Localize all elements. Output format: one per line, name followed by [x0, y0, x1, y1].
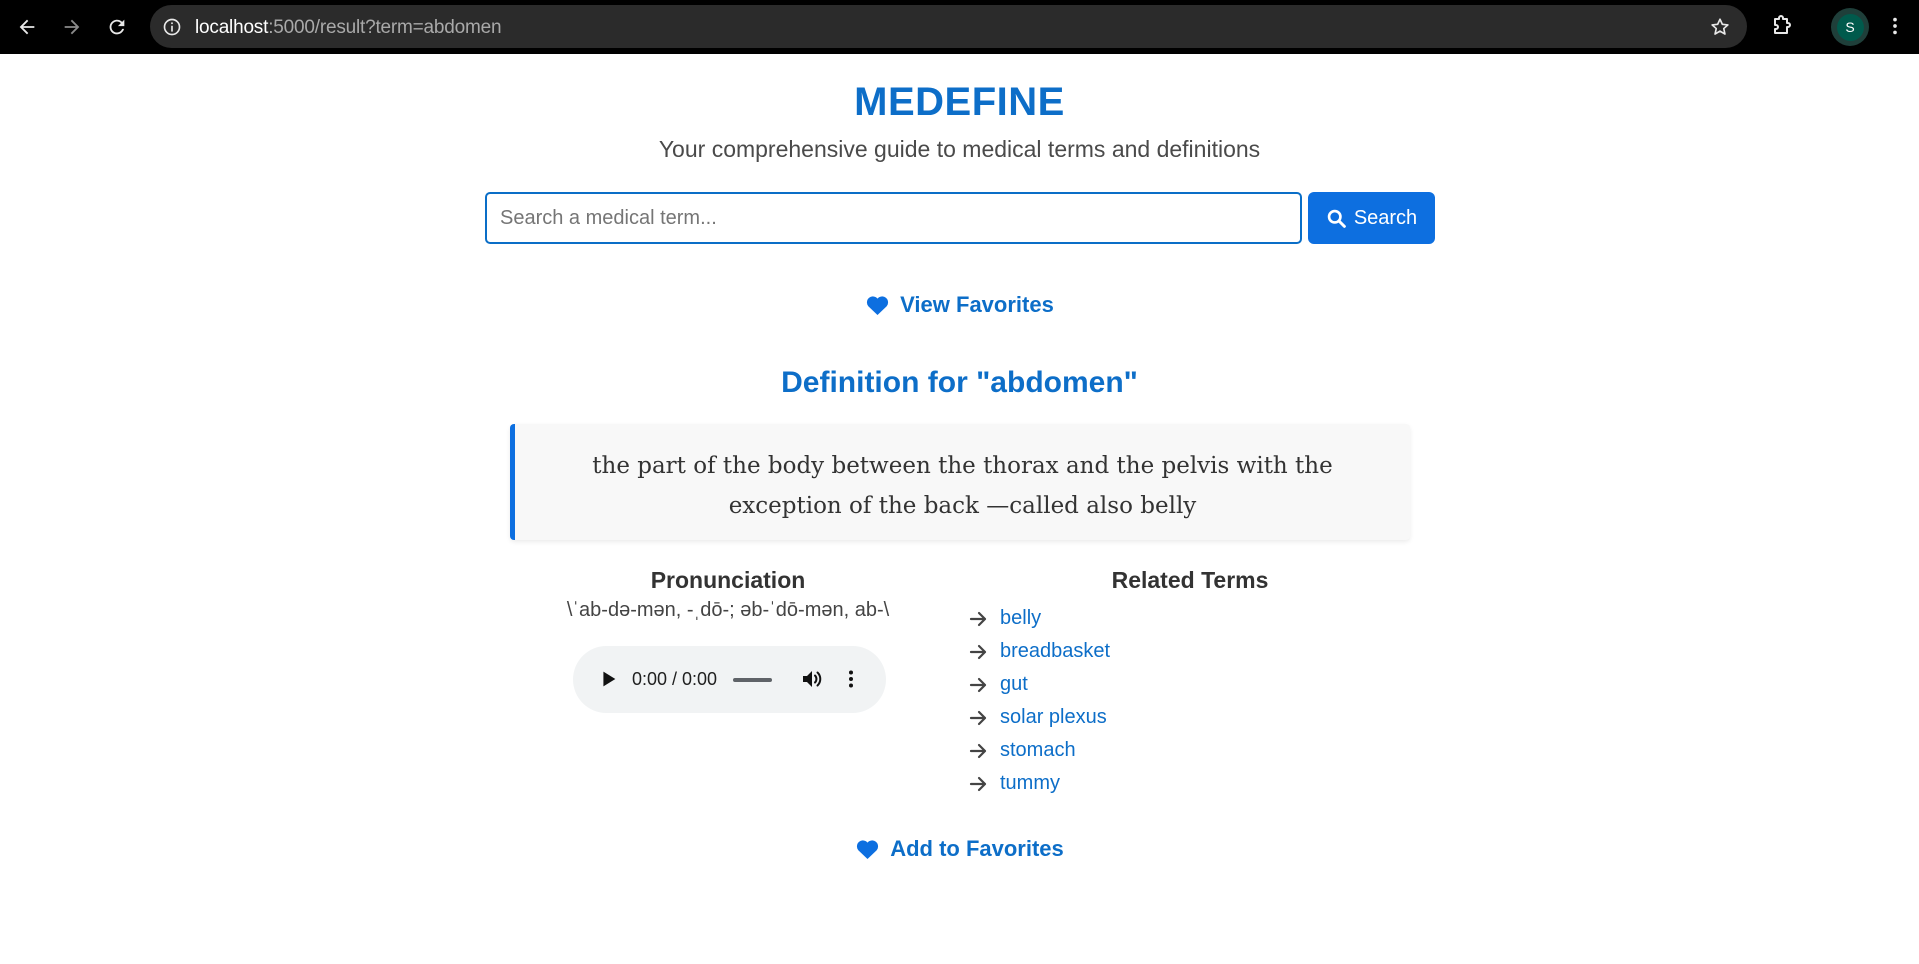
add-to-favorites-link[interactable]: Add to Favorites	[0, 836, 1919, 862]
url-host: localhost	[195, 17, 269, 38]
kebab-menu-icon	[1893, 17, 1897, 35]
url-text: localhost:5000/result?term=abdomen	[195, 17, 502, 38]
app-subtitle: Your comprehensive guide to medical term…	[658, 136, 1261, 162]
heart-icon	[867, 296, 889, 315]
related-term-link[interactable]: breadbasket	[1000, 640, 1110, 663]
related-term-link[interactable]: solar plexus	[1000, 706, 1107, 729]
definition-box: the part of the body between the thorax …	[510, 424, 1410, 540]
play-icon[interactable]	[597, 668, 619, 690]
browser-menu-button[interactable]	[1880, 9, 1910, 43]
reload-button[interactable]	[100, 10, 134, 44]
forward-arrow-icon	[64, 19, 80, 35]
search-button[interactable]: Search	[1308, 192, 1435, 244]
definition-text: the part of the body between the thorax …	[592, 453, 1333, 519]
extensions-icon	[1774, 15, 1791, 34]
arrow-right-icon	[969, 743, 987, 758]
pronunciation-heading: Pronunciation	[650, 567, 806, 593]
search-input[interactable]	[485, 192, 1302, 244]
view-favorites-label: View Favorites	[900, 292, 1054, 317]
related-term-link[interactable]: stomach	[1000, 739, 1076, 762]
arrow-right-icon	[969, 611, 987, 626]
view-favorites-link[interactable]: View Favorites	[0, 292, 1919, 318]
list-item: solar plexus	[969, 701, 1110, 734]
volume-icon[interactable]	[800, 667, 824, 691]
address-bar[interactable]: localhost:5000/result?term=abdomen	[150, 5, 1747, 48]
extensions-button[interactable]	[1765, 9, 1799, 43]
profile-avatar[interactable]: S	[1831, 8, 1869, 46]
related-term-link[interactable]: belly	[1000, 607, 1041, 630]
pronunciation-text: \ˈab-də-mən, -ˌdō-; əb-ˈdō-mən, ab-\	[566, 599, 890, 621]
list-item: stomach	[969, 734, 1110, 767]
arrow-right-icon	[969, 710, 987, 725]
definition-heading: Definition for "abdomen"	[781, 366, 1138, 399]
related-term-link[interactable]: gut	[1000, 673, 1028, 696]
search-button-label: Search	[1353, 206, 1418, 229]
back-arrow-icon	[19, 19, 35, 35]
audio-progress-slider[interactable]	[733, 678, 772, 682]
url-path: :5000/result?term=abdomen	[268, 17, 502, 38]
arrow-right-icon	[969, 677, 987, 692]
arrow-right-icon	[969, 776, 987, 791]
forward-button[interactable]	[55, 10, 89, 44]
list-item: tummy	[969, 767, 1110, 800]
audio-player[interactable]: 0:00 / 0:00	[573, 646, 886, 713]
related-terms-heading: Related Terms	[1111, 567, 1269, 593]
list-item: belly	[969, 602, 1110, 635]
audio-time: 0:00 / 0:00	[632, 669, 718, 689]
list-item: gut	[969, 668, 1110, 701]
app-title: MEDEFINE	[854, 80, 1065, 124]
site-info-icon[interactable]	[160, 15, 184, 39]
heart-icon	[857, 840, 879, 859]
page-content: MEDEFINE Your comprehensive guide to med…	[0, 54, 1919, 964]
search-icon	[1327, 209, 1346, 228]
related-terms-list: belly breadbasket gut solar plexus stoma…	[969, 602, 1110, 800]
reload-icon	[109, 19, 125, 35]
back-button[interactable]	[10, 10, 44, 44]
list-item: breadbasket	[969, 635, 1110, 668]
arrow-right-icon	[969, 644, 987, 659]
audio-options-icon[interactable]	[839, 667, 863, 691]
profile-initial: S	[1836, 13, 1864, 41]
star-icon[interactable]	[1707, 14, 1733, 40]
related-term-link[interactable]: tummy	[1000, 772, 1060, 795]
add-to-favorites-label: Add to Favorites	[890, 836, 1064, 861]
browser-toolbar: localhost:5000/result?term=abdomen S	[0, 0, 1919, 54]
